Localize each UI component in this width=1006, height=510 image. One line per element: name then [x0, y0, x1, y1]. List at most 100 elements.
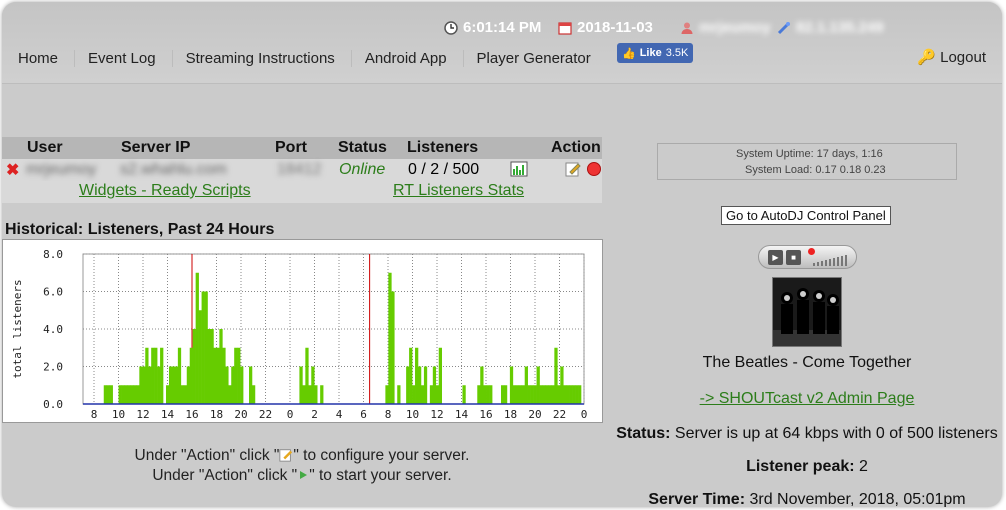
chart-bar — [198, 310, 202, 404]
chart-bar — [130, 385, 134, 404]
system-load: System Load: 0.17 0.18 0.23 — [745, 164, 886, 176]
x-tick-label: 20 — [528, 408, 541, 421]
chart-bar — [563, 385, 567, 404]
chart-bar — [192, 329, 196, 404]
x-tick-label: 14 — [455, 408, 469, 421]
table-links-row: Widgets - Ready Scripts RT Listeners Sta… — [2, 181, 602, 203]
row-listeners: 0 / 2 / 500 — [408, 161, 480, 178]
server-status: Status: Server is up at 64 kbps with 0 o… — [607, 425, 1002, 443]
chart-bar — [311, 366, 315, 404]
chart-bar — [486, 385, 490, 404]
col-port: Port — [275, 139, 307, 156]
peak-value: 2 — [859, 458, 868, 475]
chart-bar — [305, 347, 309, 404]
chart-bar — [195, 272, 199, 404]
nav-home[interactable]: Home — [18, 50, 76, 67]
chart-bar — [106, 385, 110, 404]
player-stop-icon[interactable]: ■ — [786, 250, 801, 265]
chart-bar — [174, 366, 179, 404]
history-title: Historical: Listeners, Past 24 Hours — [5, 221, 275, 238]
chart-bar — [166, 385, 170, 404]
x-tick-label: 18 — [210, 408, 223, 421]
listener-peak: Listener peak: 2 — [607, 458, 1002, 476]
x-tick-label: 0 — [287, 408, 294, 421]
chart-bar — [234, 347, 238, 404]
chart-bar — [539, 385, 543, 404]
chart-bar — [420, 385, 425, 404]
server-time: Server Time: 3rd November, 2018, 05:01pm — [607, 491, 1002, 507]
chart-bar — [415, 347, 419, 404]
autodj-button[interactable]: Go to AutoDJ Control Panel — [721, 206, 891, 225]
user-ip: 82.1.135.249 — [796, 19, 884, 36]
x-tick-label: 12 — [136, 408, 149, 421]
logout-link[interactable]: 🔑 Logout — [917, 48, 986, 67]
chart-bar — [385, 385, 389, 404]
start-hint: Under "Action" click " " to start your se… — [2, 467, 602, 485]
table-row: ✖ mrjeumoy s2.whahlu.com 18412 Online 0 … — [2, 159, 602, 181]
rt-listeners-link[interactable]: RT Listeners Stats — [393, 182, 524, 200]
start-hint-pre: Under "Action" click " — [152, 467, 298, 484]
x-tick-label: 16 — [185, 408, 198, 421]
x-tick-label: 14 — [161, 408, 175, 421]
chart-bar — [423, 366, 428, 404]
y-tick-label: 0.0 — [43, 398, 63, 411]
row-server-ip: s2.whahlu.com — [120, 161, 227, 178]
row-user: mrjeumoy — [26, 161, 97, 178]
logout-label: Logout — [940, 48, 986, 66]
x-tick-label: 2 — [311, 408, 318, 421]
x-tick-label: 22 — [553, 408, 566, 421]
chart-bar — [572, 385, 576, 404]
nav-event-log[interactable]: Event Log — [88, 50, 173, 67]
chart-bar — [171, 366, 176, 404]
key-icon: 🔑 — [917, 49, 937, 66]
server-time-value: 3rd November, 2018, 05:01pm — [749, 491, 966, 507]
chart-bar — [412, 385, 416, 404]
nav-streaming-instructions[interactable]: Streaming Instructions — [186, 50, 352, 67]
player-play-icon[interactable]: ▶ — [768, 250, 783, 265]
chart-bar — [560, 366, 564, 404]
clock-icon — [444, 20, 458, 35]
stats-chart-icon[interactable] — [510, 161, 528, 177]
nav-android-app[interactable]: Android App — [365, 50, 464, 67]
current-date: 2018-11-03 — [577, 19, 653, 36]
user-icon — [681, 22, 693, 34]
chart-bar — [542, 385, 546, 404]
chart-bar — [566, 385, 570, 404]
row-port: 18412 — [277, 161, 322, 178]
chart-bar — [249, 366, 253, 404]
chart-bar — [557, 385, 561, 404]
facebook-like-button[interactable]: 👍 Like 3.5K — [617, 43, 694, 63]
admin-page-link-wrap: -> SHOUTcast v2 Admin Page — [607, 390, 1002, 408]
chart-bar — [204, 291, 208, 404]
chart-bar — [391, 291, 395, 404]
edit-config-icon[interactable] — [565, 161, 581, 177]
chart-bar — [207, 329, 211, 404]
admin-page-link[interactable]: -> SHOUTcast v2 Admin Page — [700, 390, 915, 407]
status-label: Status: — [616, 425, 671, 442]
col-listeners: Listeners — [407, 139, 479, 156]
widgets-link[interactable]: Widgets - Ready Scripts — [79, 182, 251, 200]
chart-bar — [216, 347, 220, 404]
chart-bar — [575, 385, 579, 404]
chart-bar — [103, 385, 108, 404]
x-tick-label: 12 — [430, 408, 443, 421]
chart-bar — [554, 347, 558, 404]
delete-icon[interactable]: ✖ — [6, 160, 19, 180]
x-tick-label: 10 — [112, 408, 125, 421]
chart-bar — [251, 385, 256, 404]
username: mrjeumoy — [699, 19, 771, 36]
stop-server-icon[interactable] — [586, 161, 602, 177]
peak-label: Listener peak: — [746, 458, 855, 475]
chart-bar — [462, 385, 466, 404]
ip-display: 82.1.135.249 — [777, 19, 884, 36]
chart-bar — [483, 385, 487, 404]
date-display: 2018-11-03 — [558, 19, 653, 36]
main-nav: Home Event Log Streaming Instructions An… — [18, 50, 620, 67]
nav-player-generator[interactable]: Player Generator — [477, 50, 607, 67]
x-tick-label: 10 — [406, 408, 419, 421]
configure-hint: Under "Action" click " " to configure you… — [2, 447, 602, 465]
edit-config-icon — [279, 449, 293, 462]
y-tick-label: 4.0 — [43, 323, 63, 336]
volume-slider[interactable] — [811, 252, 851, 266]
x-tick-label: 20 — [234, 408, 247, 421]
